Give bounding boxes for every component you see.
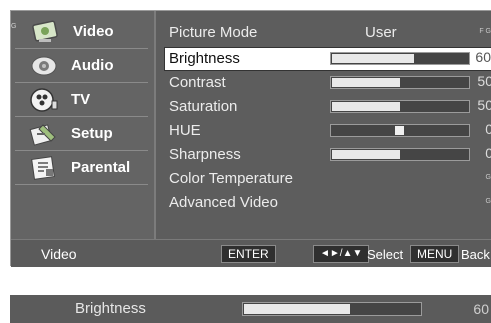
bar-fill (332, 78, 400, 87)
footer-bar: Video ENTER ◄►/▲▼ Select MENU Back (11, 239, 491, 267)
enter-key[interactable]: ENTER (221, 245, 276, 263)
sidebar-item-label: Video (73, 23, 114, 40)
bar-fill (332, 54, 414, 63)
row-value: 50 (477, 97, 491, 113)
sidebar-item-label: TV (71, 91, 91, 108)
row-label: Picture Mode (169, 24, 258, 41)
footer-title: Video (41, 246, 77, 262)
row-value: 60 (475, 49, 491, 65)
row-label: Advanced Video (169, 194, 278, 211)
row-value: 50 (477, 73, 491, 89)
sidebar-item-setup[interactable]: Setup (15, 117, 148, 151)
sidebar-item-label: Audio (71, 57, 114, 74)
strip-label: Brightness (75, 300, 146, 317)
divider (154, 11, 156, 239)
row-label: Color Temperature (169, 170, 293, 187)
hue-bar[interactable] (330, 124, 470, 137)
hue-knob[interactable] (395, 126, 404, 135)
bar-fill (332, 150, 400, 159)
row-label: Saturation (169, 98, 238, 115)
sidebar-item-tv[interactable]: TV (15, 83, 148, 117)
row-label: HUE (169, 122, 201, 139)
menu-row-contrast[interactable]: Contrast 50 (165, 71, 491, 95)
nav-keys[interactable]: ◄►/▲▼ (313, 245, 370, 263)
sidebar-item-video[interactable]: Video (15, 15, 148, 49)
menu-key[interactable]: MENU (410, 245, 460, 263)
menu-row-sharpness[interactable]: Sharpness 0 (165, 143, 491, 167)
row-hint: F G (479, 28, 491, 35)
row-label: Contrast (169, 74, 226, 91)
bar-fill (332, 102, 400, 111)
menu-row-picture-mode[interactable]: Picture Mode User F G (165, 21, 491, 45)
sidebar-item-label: Parental (71, 159, 131, 176)
select-label: Select (367, 247, 404, 262)
sharpness-bar[interactable] (330, 148, 470, 161)
setup-icon (27, 120, 61, 148)
menu-row-brightness[interactable]: Brightness 60 (164, 47, 491, 71)
sidebar-item-audio[interactable]: Audio (15, 49, 148, 83)
row-value: 0 (485, 145, 491, 161)
menu-row-color-temperature[interactable]: Color Temperature G (165, 167, 491, 191)
sidebar-item-label: Setup (71, 125, 113, 142)
row-label: Sharpness (169, 146, 241, 163)
sidebar-item-parental[interactable]: Parental (15, 151, 148, 185)
row-hint: G (485, 174, 491, 181)
video-icon (29, 18, 63, 46)
saturation-bar[interactable] (330, 100, 470, 113)
menu-row-advanced-video[interactable]: Advanced Video G (165, 191, 491, 215)
row-value: User (365, 24, 397, 41)
brightness-slider-strip[interactable]: Brightness 60 (10, 295, 491, 323)
audio-icon (27, 52, 61, 80)
row-label: Brightness (169, 50, 240, 67)
row-hint: G (485, 198, 491, 205)
menu-row-saturation[interactable]: Saturation 50 (165, 95, 491, 119)
strip-bar[interactable] (242, 302, 422, 316)
back-label: Back (461, 247, 490, 262)
sidebar: G Video Audio TV Setup Parental (11, 11, 154, 239)
picture-menu-list: Picture Mode User F G Brightness 60 Cont… (159, 11, 491, 239)
tv-icon (27, 86, 61, 114)
strip-bar-fill (244, 304, 350, 314)
strip-value: 60 (473, 301, 489, 317)
row-value: 0 (485, 121, 491, 137)
contrast-bar[interactable] (330, 76, 470, 89)
parental-icon (27, 154, 61, 182)
menu-row-hue[interactable]: HUE 0 (165, 119, 491, 143)
osd-menu-panel: G Video Audio TV Setup Parental Picture … (10, 10, 491, 267)
brightness-bar[interactable] (330, 52, 470, 65)
